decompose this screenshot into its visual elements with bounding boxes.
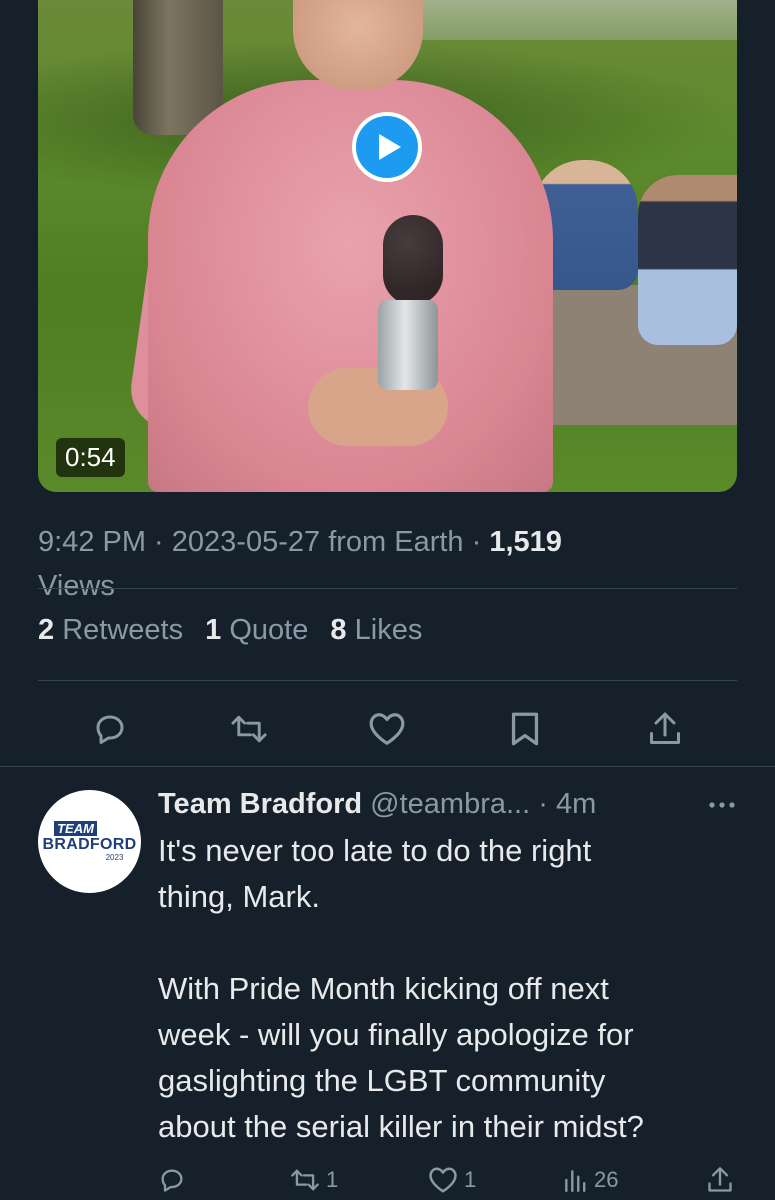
video-duration: 0:54 — [56, 438, 125, 477]
quotes-count: 1 — [205, 614, 222, 646]
analytics-icon — [565, 1170, 586, 1193]
reply-reply-button[interactable] — [158, 1160, 186, 1200]
share-button[interactable] — [640, 704, 690, 754]
share-icon — [650, 712, 680, 744]
retweets-label: Retweets — [62, 614, 184, 646]
divider — [38, 588, 737, 589]
reply-views-button[interactable]: 26 — [562, 1160, 618, 1200]
bookmark-button[interactable] — [500, 704, 550, 754]
reply-text: It's never too late to do the right thin… — [158, 833, 644, 1144]
play-button[interactable] — [352, 112, 422, 182]
more-options-button[interactable] — [706, 790, 738, 820]
heart-icon — [429, 1167, 457, 1193]
video-scene — [383, 215, 443, 305]
reply-button[interactable] — [85, 704, 135, 754]
tweet-date[interactable]: 2023-05-27 — [172, 526, 320, 558]
retweet-count: 1 — [326, 1167, 339, 1192]
tweet-meta: 9:42 PM · 2023-05-27 from Earth · 1,519 … — [38, 526, 562, 602]
tweet-video[interactable]: 0:54 — [38, 0, 737, 492]
likes-count: 8 — [330, 614, 347, 646]
reply-share-button[interactable] — [706, 1160, 734, 1200]
display-name[interactable]: Team Bradford — [158, 788, 362, 820]
reply-actions: 1 1 26 — [0, 1160, 775, 1200]
tweet-time: 9:42 PM — [38, 526, 146, 558]
like-button[interactable] — [362, 704, 412, 754]
like-count: 1 — [464, 1167, 477, 1192]
retweet-icon — [231, 715, 267, 743]
reply-icon — [161, 1169, 183, 1192]
bookmark-icon — [511, 712, 539, 746]
play-icon — [379, 134, 401, 160]
divider — [0, 766, 775, 767]
video-scene — [378, 300, 438, 390]
view-count: 26 — [594, 1167, 619, 1192]
reply-header: Team Bradford @teambra... · 4m — [158, 788, 597, 820]
avatar-logo-text: TEAM — [54, 821, 97, 836]
video-scene — [638, 175, 737, 345]
tweet-actions — [0, 704, 775, 754]
views-label: Views — [38, 570, 115, 602]
divider — [38, 680, 737, 681]
handle[interactable]: @teambra... — [370, 788, 530, 820]
likes-link[interactable]: 8 Likes — [330, 614, 422, 646]
avatar[interactable]: TEAM BRADFORD 2023 — [38, 790, 141, 893]
reply-like-button[interactable]: 1 — [428, 1160, 476, 1200]
retweets-count: 2 — [38, 614, 55, 646]
avatar-logo-text: BRADFORD — [42, 836, 137, 853]
share-icon — [708, 1167, 732, 1192]
reply-retweet-button[interactable]: 1 — [290, 1160, 338, 1200]
retweets-link[interactable]: 2 Retweets — [38, 614, 183, 646]
reply-icon — [96, 715, 124, 744]
more-icon — [709, 802, 735, 808]
retweet-icon — [291, 1169, 319, 1191]
retweet-button[interactable] — [224, 704, 274, 754]
quotes-link[interactable]: 1 Quote — [205, 614, 308, 646]
views-count: 1,519 — [489, 526, 562, 558]
avatar-logo-year: 2023 — [105, 853, 124, 862]
likes-label: Likes — [354, 614, 423, 646]
reply-time[interactable]: 4m — [556, 788, 596, 820]
heart-icon — [369, 713, 405, 745]
tweet-source: from Earth — [328, 526, 464, 558]
engagement-counts: 2 Retweets 1 Quote 8 Likes — [38, 614, 422, 647]
quotes-label: Quote — [229, 614, 309, 646]
